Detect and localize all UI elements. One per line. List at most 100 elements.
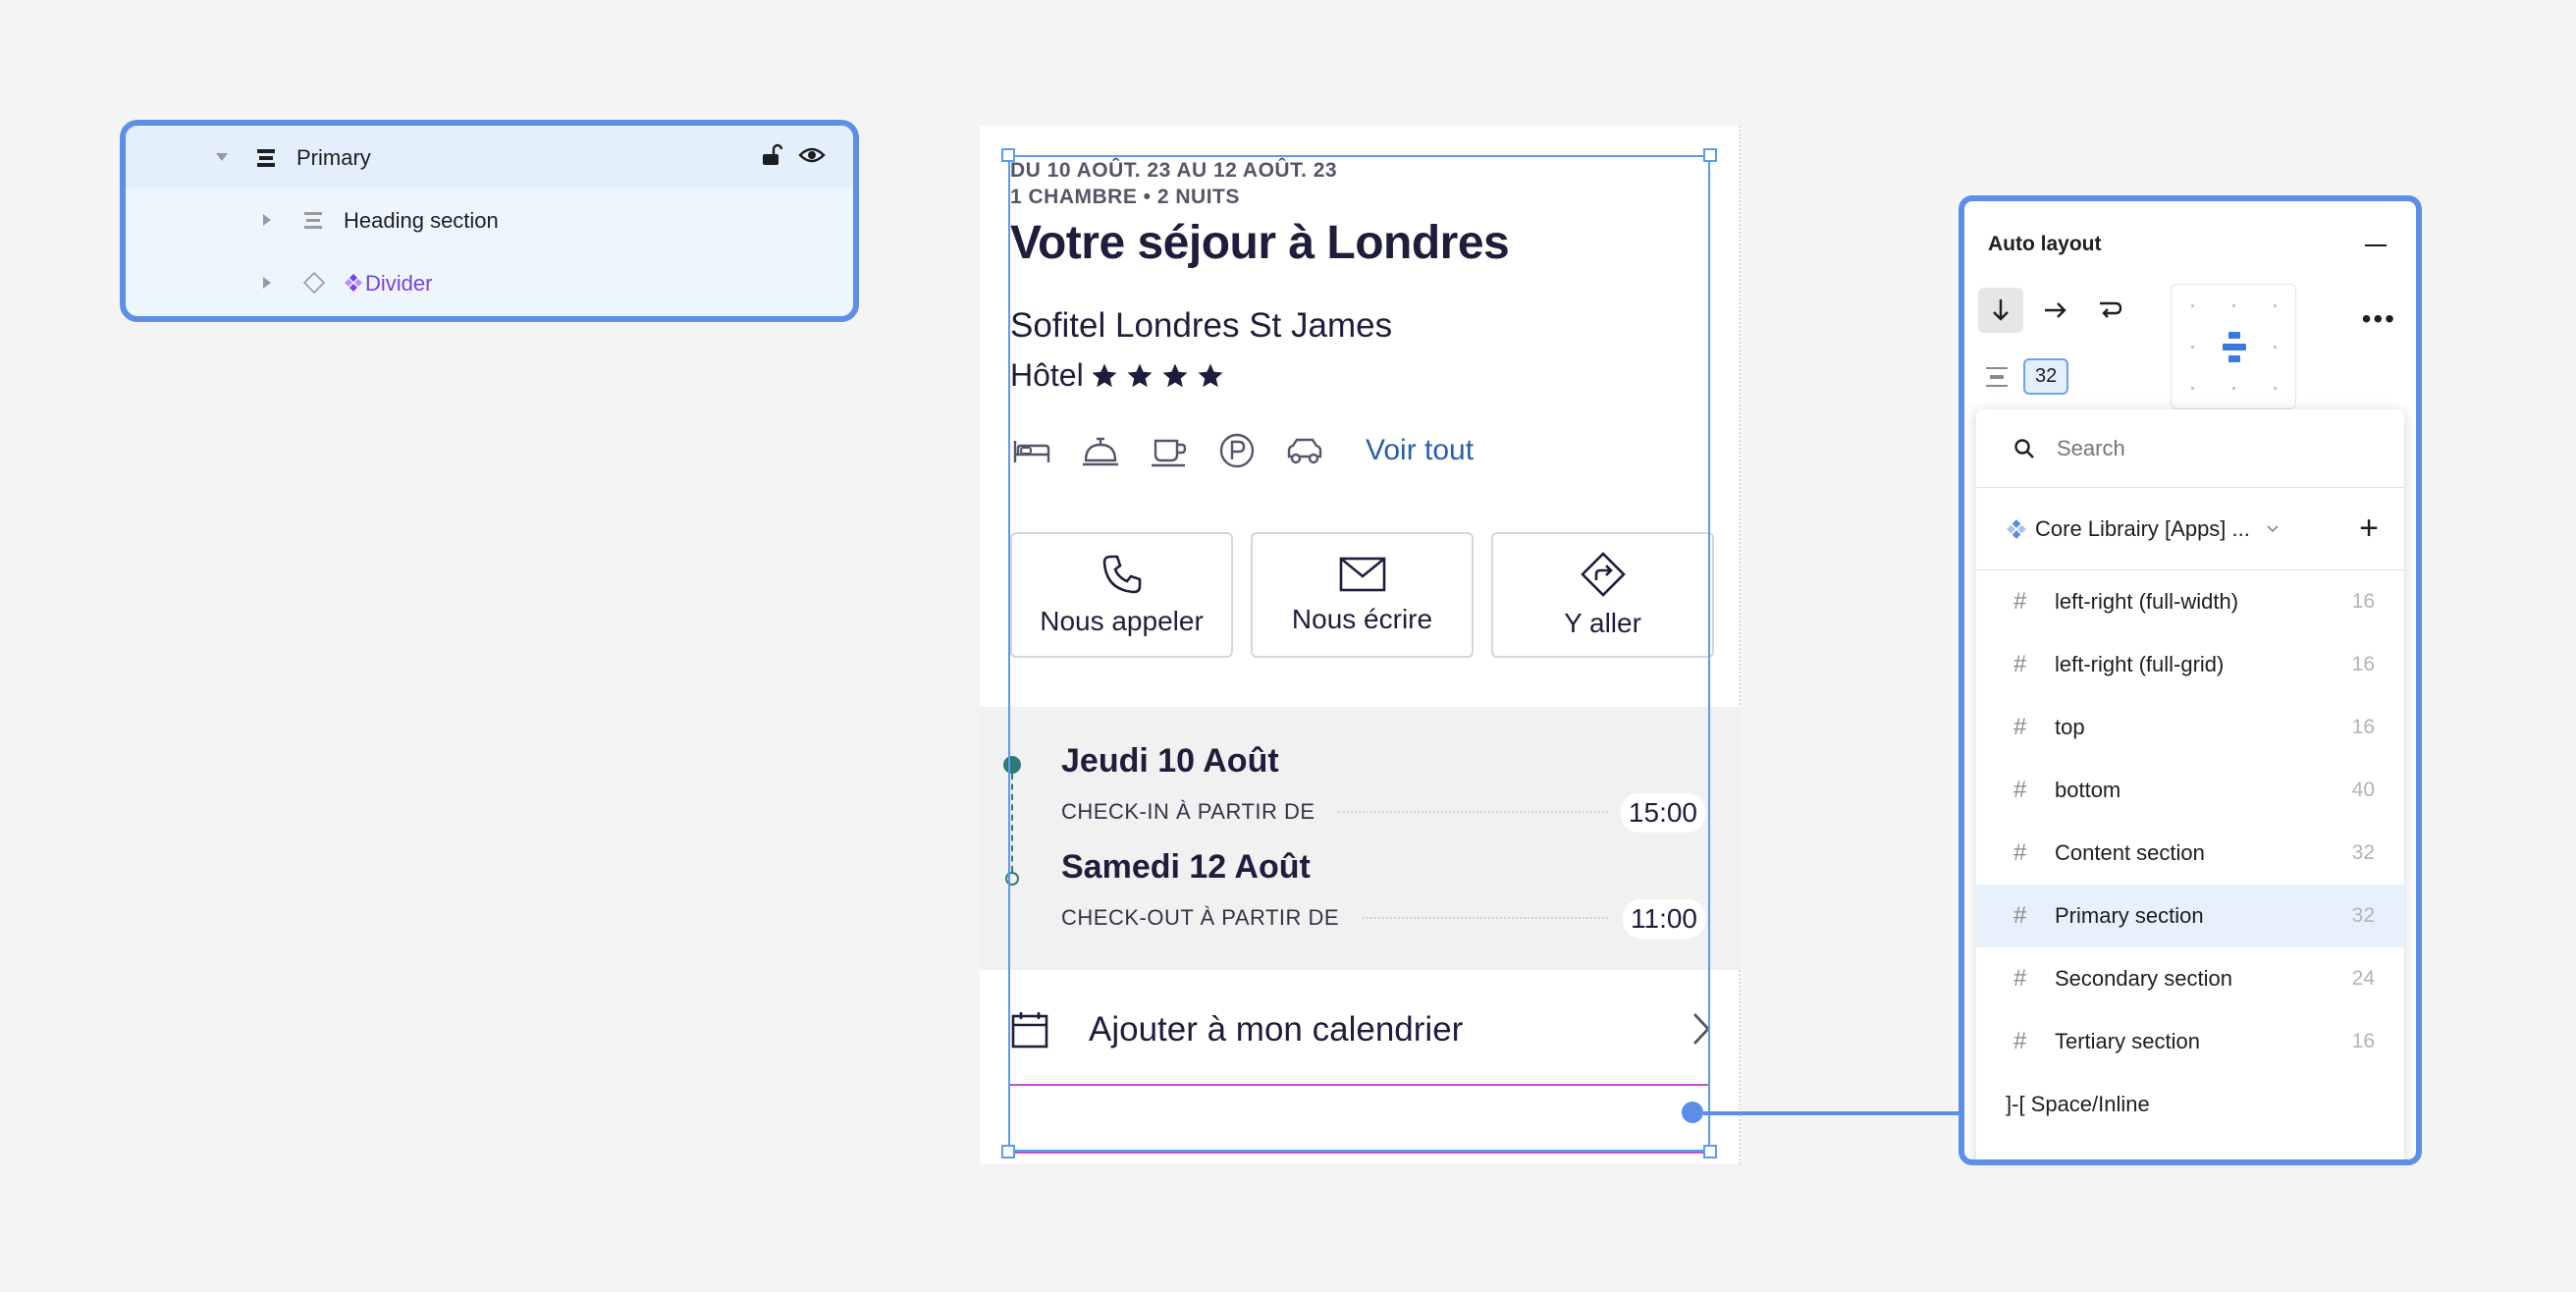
- eye-icon[interactable]: [798, 145, 826, 165]
- chevron-right-icon: [1692, 1013, 1710, 1045]
- stay-timeline: Jeudi 10 Août CHECK-IN À PARTIR DE 15:00…: [980, 707, 1741, 970]
- chevron-right-icon[interactable]: [263, 214, 271, 226]
- email-button[interactable]: Nous écrire: [1251, 532, 1474, 658]
- mobile-frame: DU 10 AOÛT. 23 AU 12 AOÛT. 23 1 CHAMBRE …: [980, 126, 1741, 1164]
- hash-icon: #: [2013, 965, 2027, 992]
- checkin-time: 15:00: [1620, 793, 1705, 833]
- align-dot[interactable]: [2274, 387, 2277, 390]
- variable-item[interactable]: # left-right (full-grid) 16: [1976, 633, 2404, 696]
- timeline-connector: [1011, 774, 1013, 872]
- library-selector[interactable]: Core Librairy [Apps] ... +: [1976, 488, 2404, 570]
- chevron-right-icon[interactable]: [263, 277, 271, 289]
- page-title: Votre séjour à Londres: [1010, 217, 1510, 269]
- contact-actions: Nous appeler Nous écrire Y aller: [1010, 532, 1714, 658]
- variable-value: 32: [2351, 904, 2375, 927]
- search-input[interactable]: [2057, 435, 2351, 461]
- more-options-icon[interactable]: •••: [2362, 303, 2396, 335]
- instance-diamond-icon: [302, 271, 326, 295]
- rooms-nights-line: 1 CHAMBRE • 2 NUITS: [1010, 186, 1240, 208]
- phone-icon: [1102, 555, 1141, 594]
- variable-label: left-right (full-grid): [2055, 652, 2225, 676]
- amenities-row: Voir tout: [1012, 432, 1474, 469]
- star-icon: [1127, 363, 1153, 387]
- checkin-day: Jeudi 10 Août: [1061, 742, 1279, 780]
- unlock-icon[interactable]: [761, 143, 782, 167]
- space-inline-group[interactable]: ]-[ Space/Inline: [1976, 1073, 2404, 1136]
- variable-list: # left-right (full-width) 16 # left-right (…: [1976, 570, 2404, 1136]
- dates-line: DU 10 AOÛT. 23 AU 12 AOÛT. 23: [1010, 159, 1338, 182]
- dropdown-search: [1976, 409, 2404, 488]
- directions-button-label: Y aller: [1564, 608, 1641, 638]
- hash-icon: #: [2013, 839, 2027, 866]
- variable-item[interactable]: # Secondary section 24: [1976, 947, 2404, 1010]
- library-component-icon: [2007, 518, 2026, 539]
- align-dot[interactable]: [2232, 387, 2235, 390]
- resize-handle-bottom-left[interactable]: [1001, 1145, 1015, 1158]
- align-dot[interactable]: [2191, 387, 2194, 390]
- variable-value: 32: [2351, 841, 2375, 864]
- direction-vertical-button[interactable]: [1978, 288, 2023, 333]
- call-button-label: Nous appeler: [1040, 606, 1204, 636]
- layer-row-primary[interactable]: Primary: [126, 126, 853, 188]
- variable-value: 16: [2351, 716, 2375, 738]
- voir-tout-link[interactable]: Voir tout: [1366, 434, 1474, 467]
- vertical-gap-icon: [1986, 366, 2008, 387]
- add-to-calendar-label: Ajouter à mon calendrier: [1089, 1010, 1464, 1049]
- item-spacing-input[interactable]: 32: [2023, 358, 2069, 395]
- spacing-variable-dropdown: Core Librairy [Apps] ... + # left-right (…: [1976, 409, 2404, 1159]
- call-button[interactable]: Nous appeler: [1010, 532, 1233, 658]
- variable-item[interactable]: # left-right (full-width) 16: [1976, 570, 2404, 633]
- email-button-label: Nous écrire: [1291, 604, 1433, 634]
- variable-value: 16: [2351, 590, 2375, 613]
- variable-item-selected[interactable]: # Primary section 32: [1976, 885, 2404, 947]
- add-to-calendar-row[interactable]: Ajouter à mon calendrier: [1010, 996, 1712, 1064]
- resize-handle-bottom-right[interactable]: [1703, 1145, 1717, 1158]
- layers-panel: Primary Heading section Divider: [120, 120, 859, 322]
- direction-horizontal-button[interactable]: [2033, 288, 2078, 333]
- auto-layout-title: Auto layout: [1988, 233, 2102, 255]
- align-dot[interactable]: [2191, 346, 2194, 349]
- remove-auto-layout-button[interactable]: [2365, 244, 2387, 246]
- variable-item[interactable]: # top 16: [1976, 696, 2404, 759]
- layer-label-divider: Divider: [365, 271, 433, 296]
- star-icon: [1092, 363, 1117, 387]
- hash-icon: #: [2013, 902, 2027, 929]
- variable-item[interactable]: # Tertiary section 16: [1976, 1010, 2404, 1073]
- direction-wrap-button[interactable]: [2088, 288, 2133, 333]
- variable-value: 24: [2351, 967, 2375, 990]
- search-icon: [2014, 438, 2034, 458]
- calendar-icon: [1011, 1012, 1048, 1049]
- hotel-name: Sofitel Londres St James: [1010, 306, 1393, 345]
- divider-selection[interactable]: [1008, 1084, 1710, 1154]
- align-dot[interactable]: [2274, 346, 2277, 349]
- auto-layout-panel: Auto layout 32 ••• Search Core Librairy …: [1959, 195, 2422, 1165]
- align-dot[interactable]: [2232, 304, 2235, 307]
- align-dot[interactable]: [2274, 304, 2277, 307]
- layer-row-heading-section[interactable]: Heading section: [126, 188, 853, 251]
- hash-icon: #: [2013, 588, 2027, 615]
- variable-item[interactable]: # Content section 32: [1976, 822, 2404, 885]
- car-icon: [1287, 438, 1322, 464]
- variable-label: bottom: [2055, 778, 2121, 802]
- checkin-label: CHECK-IN À PARTIR DE: [1061, 799, 1315, 824]
- hash-icon: #: [2013, 651, 2027, 677]
- hash-icon: #: [2013, 714, 2027, 740]
- resize-handle-top-left[interactable]: [1001, 148, 1015, 162]
- stay-dates: DU 10 AOÛT. 23 AU 12 AOÛT. 23 1 CHAMBRE …: [1010, 157, 1337, 210]
- align-dot[interactable]: [2191, 304, 2194, 307]
- checkout-day: Samedi 12 Août: [1061, 848, 1311, 886]
- variable-value: 40: [2351, 779, 2375, 801]
- checkin-dot: [1003, 756, 1021, 774]
- variable-label: Primary section: [2055, 903, 2204, 928]
- resize-handle-top-right[interactable]: [1703, 148, 1717, 162]
- variable-item[interactable]: # bottom 40: [1976, 759, 2404, 822]
- alignment-grid[interactable]: [2171, 284, 2296, 409]
- hotel-type: Hôtel: [1010, 357, 1084, 393]
- checkout-label: CHECK-OUT À PARTIR DE: [1061, 905, 1340, 930]
- checkout-dot: [1005, 872, 1019, 886]
- add-variable-button[interactable]: +: [2359, 510, 2379, 548]
- chevron-down-icon[interactable]: [216, 153, 228, 161]
- directions-button[interactable]: Y aller: [1491, 532, 1714, 658]
- item-spacing-row: 32: [1984, 358, 2069, 395]
- layer-row-divider[interactable]: Divider: [126, 251, 853, 314]
